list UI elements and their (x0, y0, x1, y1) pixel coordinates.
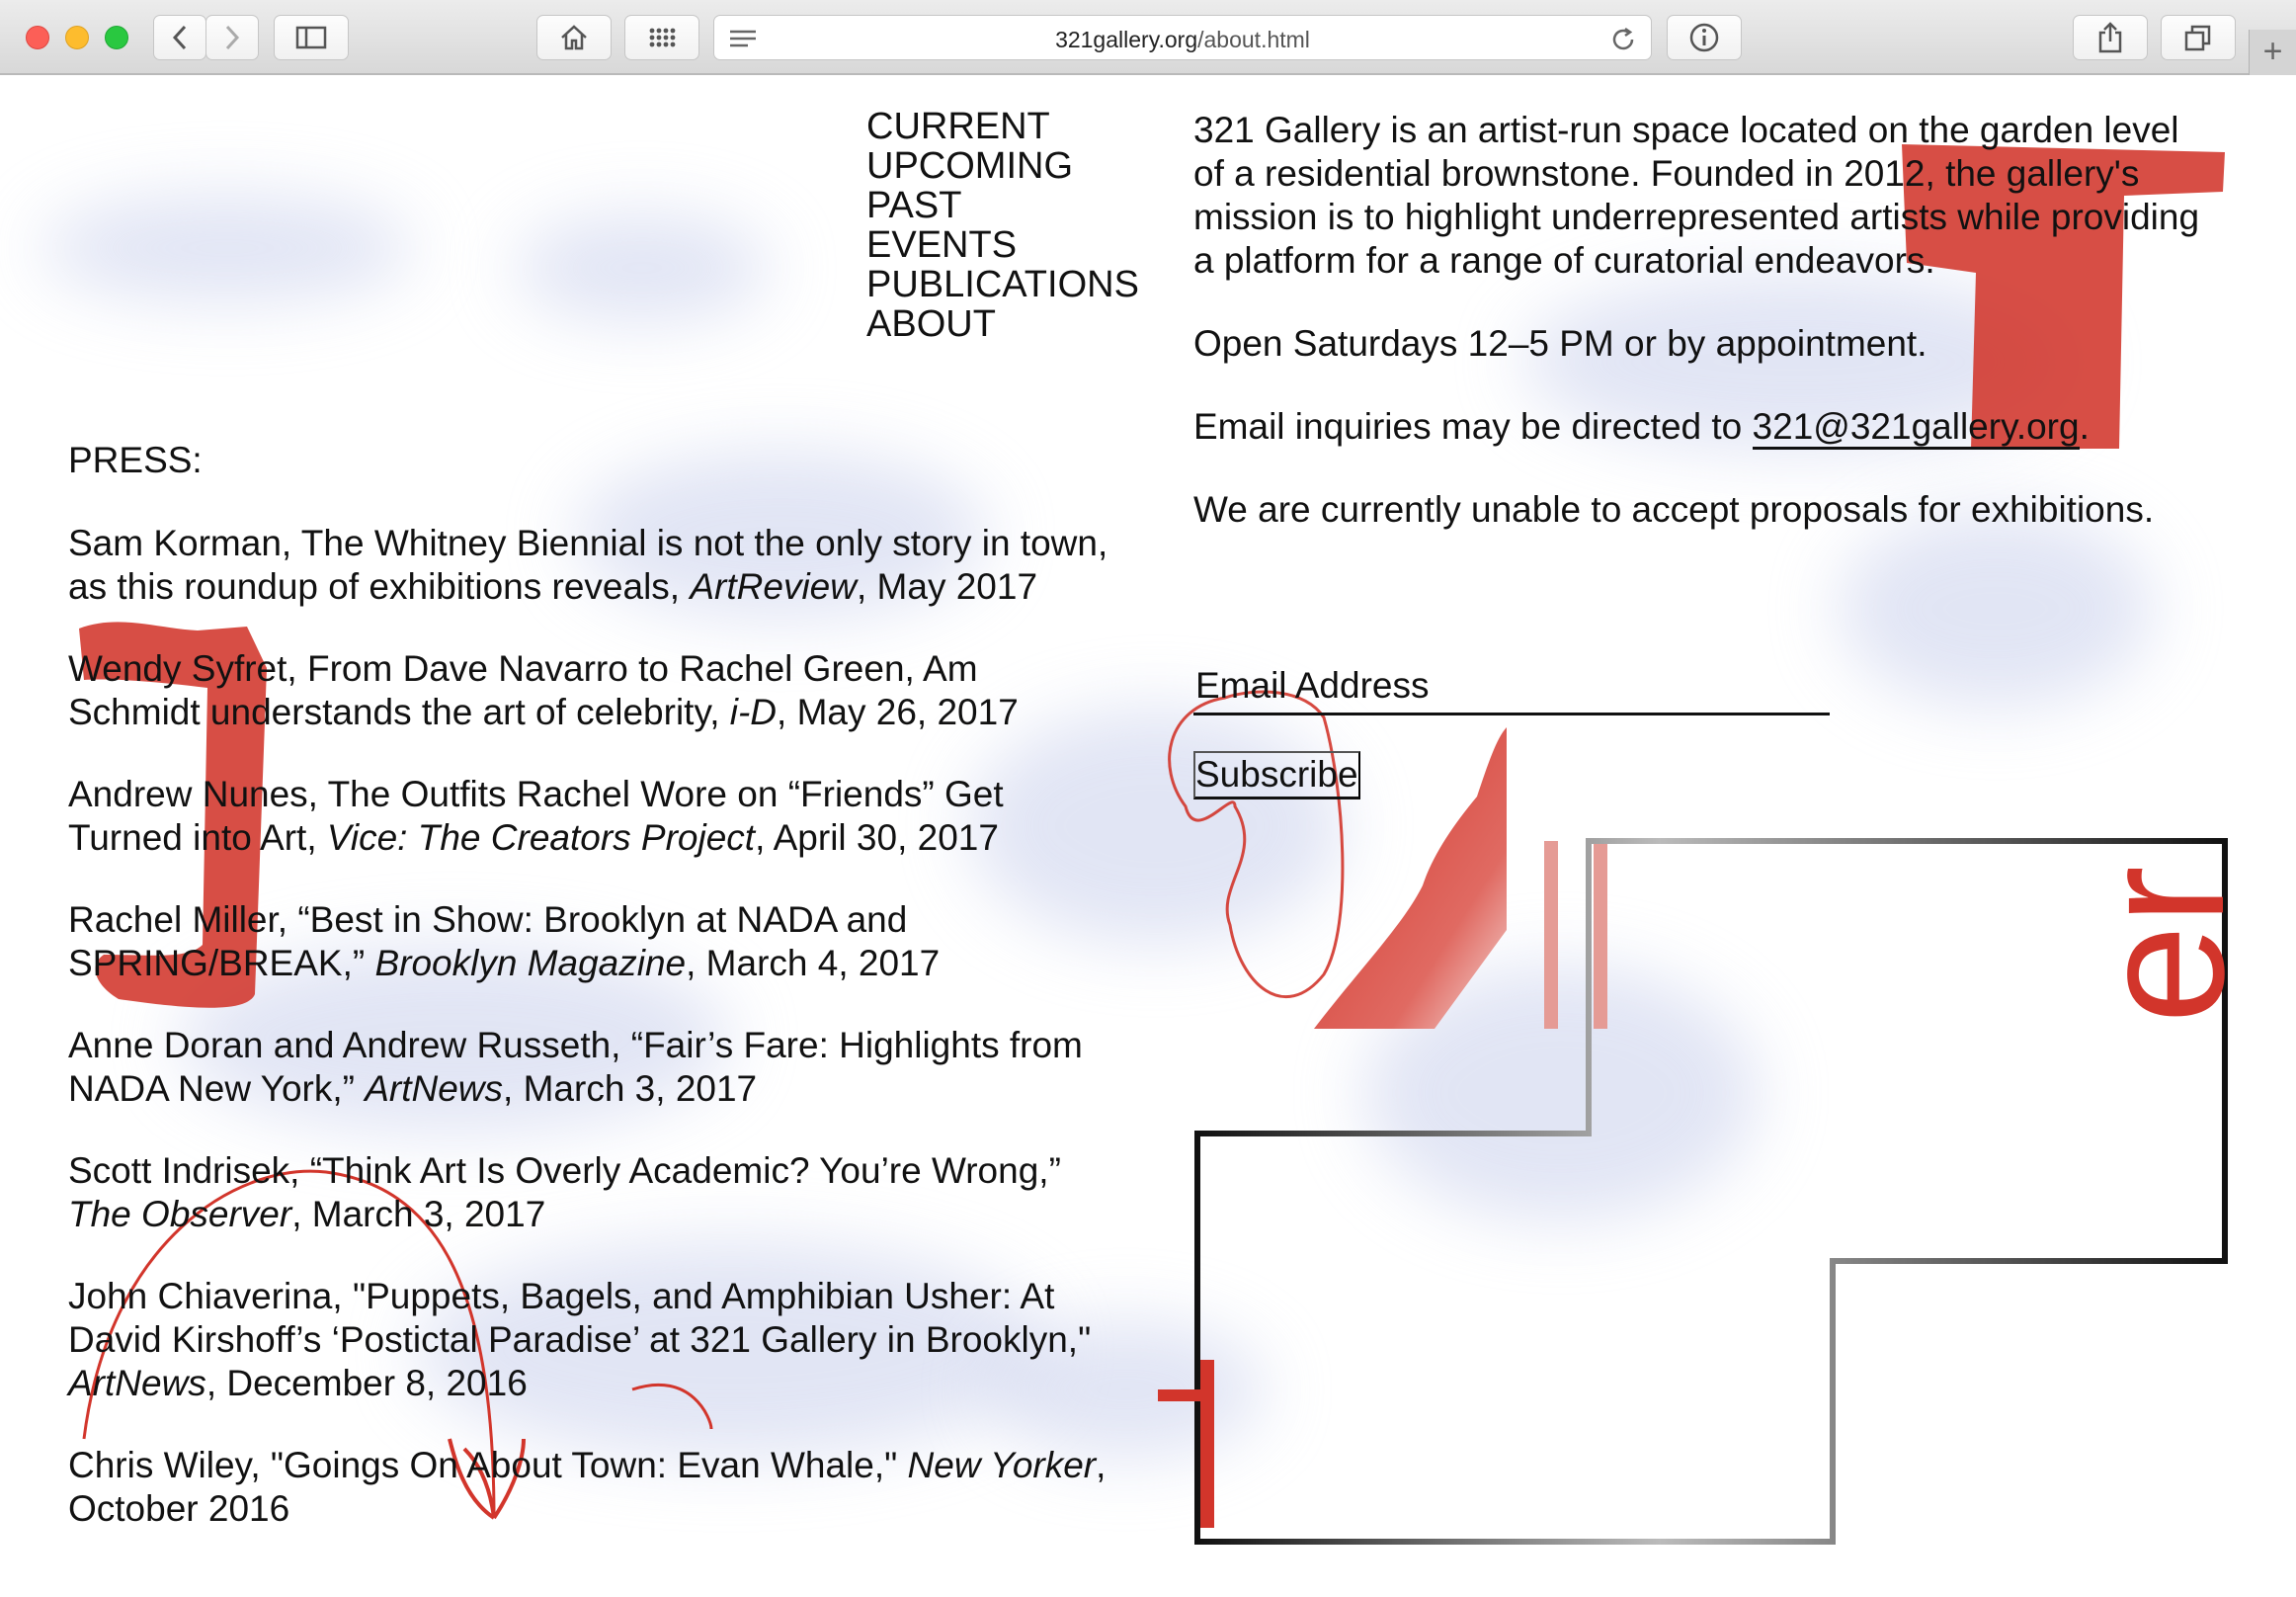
press-heading: PRESS: (68, 440, 203, 480)
press-item-publication: The Observer (68, 1194, 292, 1234)
background-blur (1363, 965, 1759, 1221)
press-item-publication: i-D (729, 692, 778, 732)
press-item-publication: Brooklyn Magazine (374, 943, 687, 983)
press-item[interactable]: Sam Korman, The Whitney Biennial is not … (68, 522, 1115, 609)
nav-item-publications[interactable]: PUBLICATIONS (866, 265, 1139, 304)
press-item[interactable]: John Chiaverina, "Puppets, Bagels, and A… (68, 1275, 1115, 1405)
tabs-overview-button[interactable] (2161, 15, 2236, 60)
about-section: 321 Gallery is an artist-run space locat… (1193, 109, 2201, 571)
press-item[interactable]: Anne Doran and Andrew Russeth, “Fair’s F… (68, 1024, 1115, 1111)
url-text: 321gallery.org/about.html (714, 27, 1651, 53)
nav-item-about[interactable]: ABOUT (866, 304, 1139, 344)
home-button[interactable] (536, 15, 612, 60)
nav-item-events[interactable]: EVENTS (866, 225, 1139, 265)
zoom-window-button[interactable] (105, 26, 128, 49)
site-info-button[interactable] (1667, 15, 1742, 60)
background-blur (514, 213, 771, 322)
main-nav: CURRENT UPCOMING PAST EVENTS PUBLICATION… (866, 107, 1139, 344)
press-item[interactable]: Chris Wiley, "Goings On About Town: Evan… (68, 1444, 1115, 1531)
page-content: er CURRENT UPCOMING PAST EVENTS PUBLICAT… (0, 75, 2296, 1597)
email-address-input[interactable] (1193, 658, 1830, 715)
email-link[interactable]: 321@321gallery.org (1752, 406, 2080, 450)
press-item-date: , March 3, 2017 (503, 1068, 758, 1109)
share-button[interactable] (2073, 15, 2148, 60)
press-item-date: , December 8, 2016 (205, 1363, 528, 1403)
press-item-publication: Vice: The Creators Project (326, 817, 756, 858)
press-item-date: , May 2017 (856, 566, 1038, 607)
nav-item-upcoming[interactable]: UPCOMING (866, 146, 1139, 186)
sidebar-toggle-button[interactable] (274, 15, 349, 60)
chevron-left-icon (172, 25, 187, 50)
press-item[interactable]: Andrew Nunes, The Outfits Rachel Wore on… (68, 773, 1115, 860)
press-item[interactable]: Rachel Miller, “Best in Show: Brooklyn a… (68, 898, 1115, 985)
forward-button[interactable] (205, 15, 259, 60)
nav-item-current[interactable]: CURRENT (866, 107, 1139, 146)
grid-icon (649, 28, 676, 47)
url-domain: 321gallery.org (1055, 27, 1198, 52)
close-window-button[interactable] (26, 26, 49, 49)
subscribe-button[interactable]: Subscribe (1193, 751, 1360, 799)
press-item-date: , March 3, 2017 (291, 1194, 546, 1234)
reload-icon[interactable] (1609, 26, 1637, 53)
sidebar-icon (295, 26, 327, 49)
address-bar[interactable]: 321gallery.org/about.html (713, 15, 1652, 60)
url-path: /about.html (1197, 27, 1310, 52)
press-item-text: Chris Wiley, "Goings On About Town: Evan… (68, 1445, 908, 1485)
browser-toolbar: 321gallery.org/about.html + (0, 0, 2296, 75)
nav-item-past[interactable]: PAST (866, 186, 1139, 225)
press-section: PRESS: Sam Korman, The Whitney Biennial … (68, 439, 1115, 1569)
step-outline-shape (1194, 838, 2228, 1545)
press-item-publication: ArtNews (365, 1068, 504, 1109)
email-prefix: Email inquiries may be directed to (1193, 406, 1753, 447)
press-item[interactable]: Scott Indrisek, “Think Art Is Overly Aca… (68, 1149, 1115, 1236)
press-item-publication: ArtReview (690, 566, 857, 607)
minimize-window-button[interactable] (65, 26, 89, 49)
press-item-date: , March 4, 2017 (686, 943, 941, 983)
press-item-publication: New Yorker (907, 1445, 1097, 1485)
press-item-text: Scott Indrisek, “Think Art Is Overly Aca… (68, 1150, 1061, 1191)
opening-hours: Open Saturdays 12–5 PM or by appointment… (1193, 323, 1927, 364)
proposals-note: We are currently unable to accept propos… (1193, 489, 2155, 530)
press-item-date: , April 30, 2017 (755, 817, 999, 858)
press-item-date: , May 26, 2017 (777, 692, 1019, 732)
tabs-icon (2184, 25, 2211, 51)
top-sites-button[interactable] (624, 15, 699, 60)
press-item[interactable]: Wendy Syfret, From Dave Navarro to Rache… (68, 647, 1115, 734)
press-item-publication: ArtNews (68, 1363, 206, 1403)
email-suffix: . (2079, 406, 2090, 447)
press-item-text: John Chiaverina, "Puppets, Bagels, and A… (68, 1276, 1092, 1360)
background-blur (40, 194, 415, 302)
about-intro: 321 Gallery is an artist-run space locat… (1193, 110, 2200, 281)
chevron-right-icon (225, 25, 240, 50)
new-tab-button[interactable]: + (2249, 30, 2296, 75)
info-icon (1689, 23, 1719, 52)
back-button[interactable] (153, 15, 206, 60)
share-icon (2098, 22, 2122, 53)
newsletter-form: Subscribe (1193, 658, 1836, 799)
email-line: Email inquiries may be directed to 321@3… (1193, 405, 2201, 450)
logo-letters: er (2063, 866, 2261, 1024)
home-icon (561, 25, 587, 50)
